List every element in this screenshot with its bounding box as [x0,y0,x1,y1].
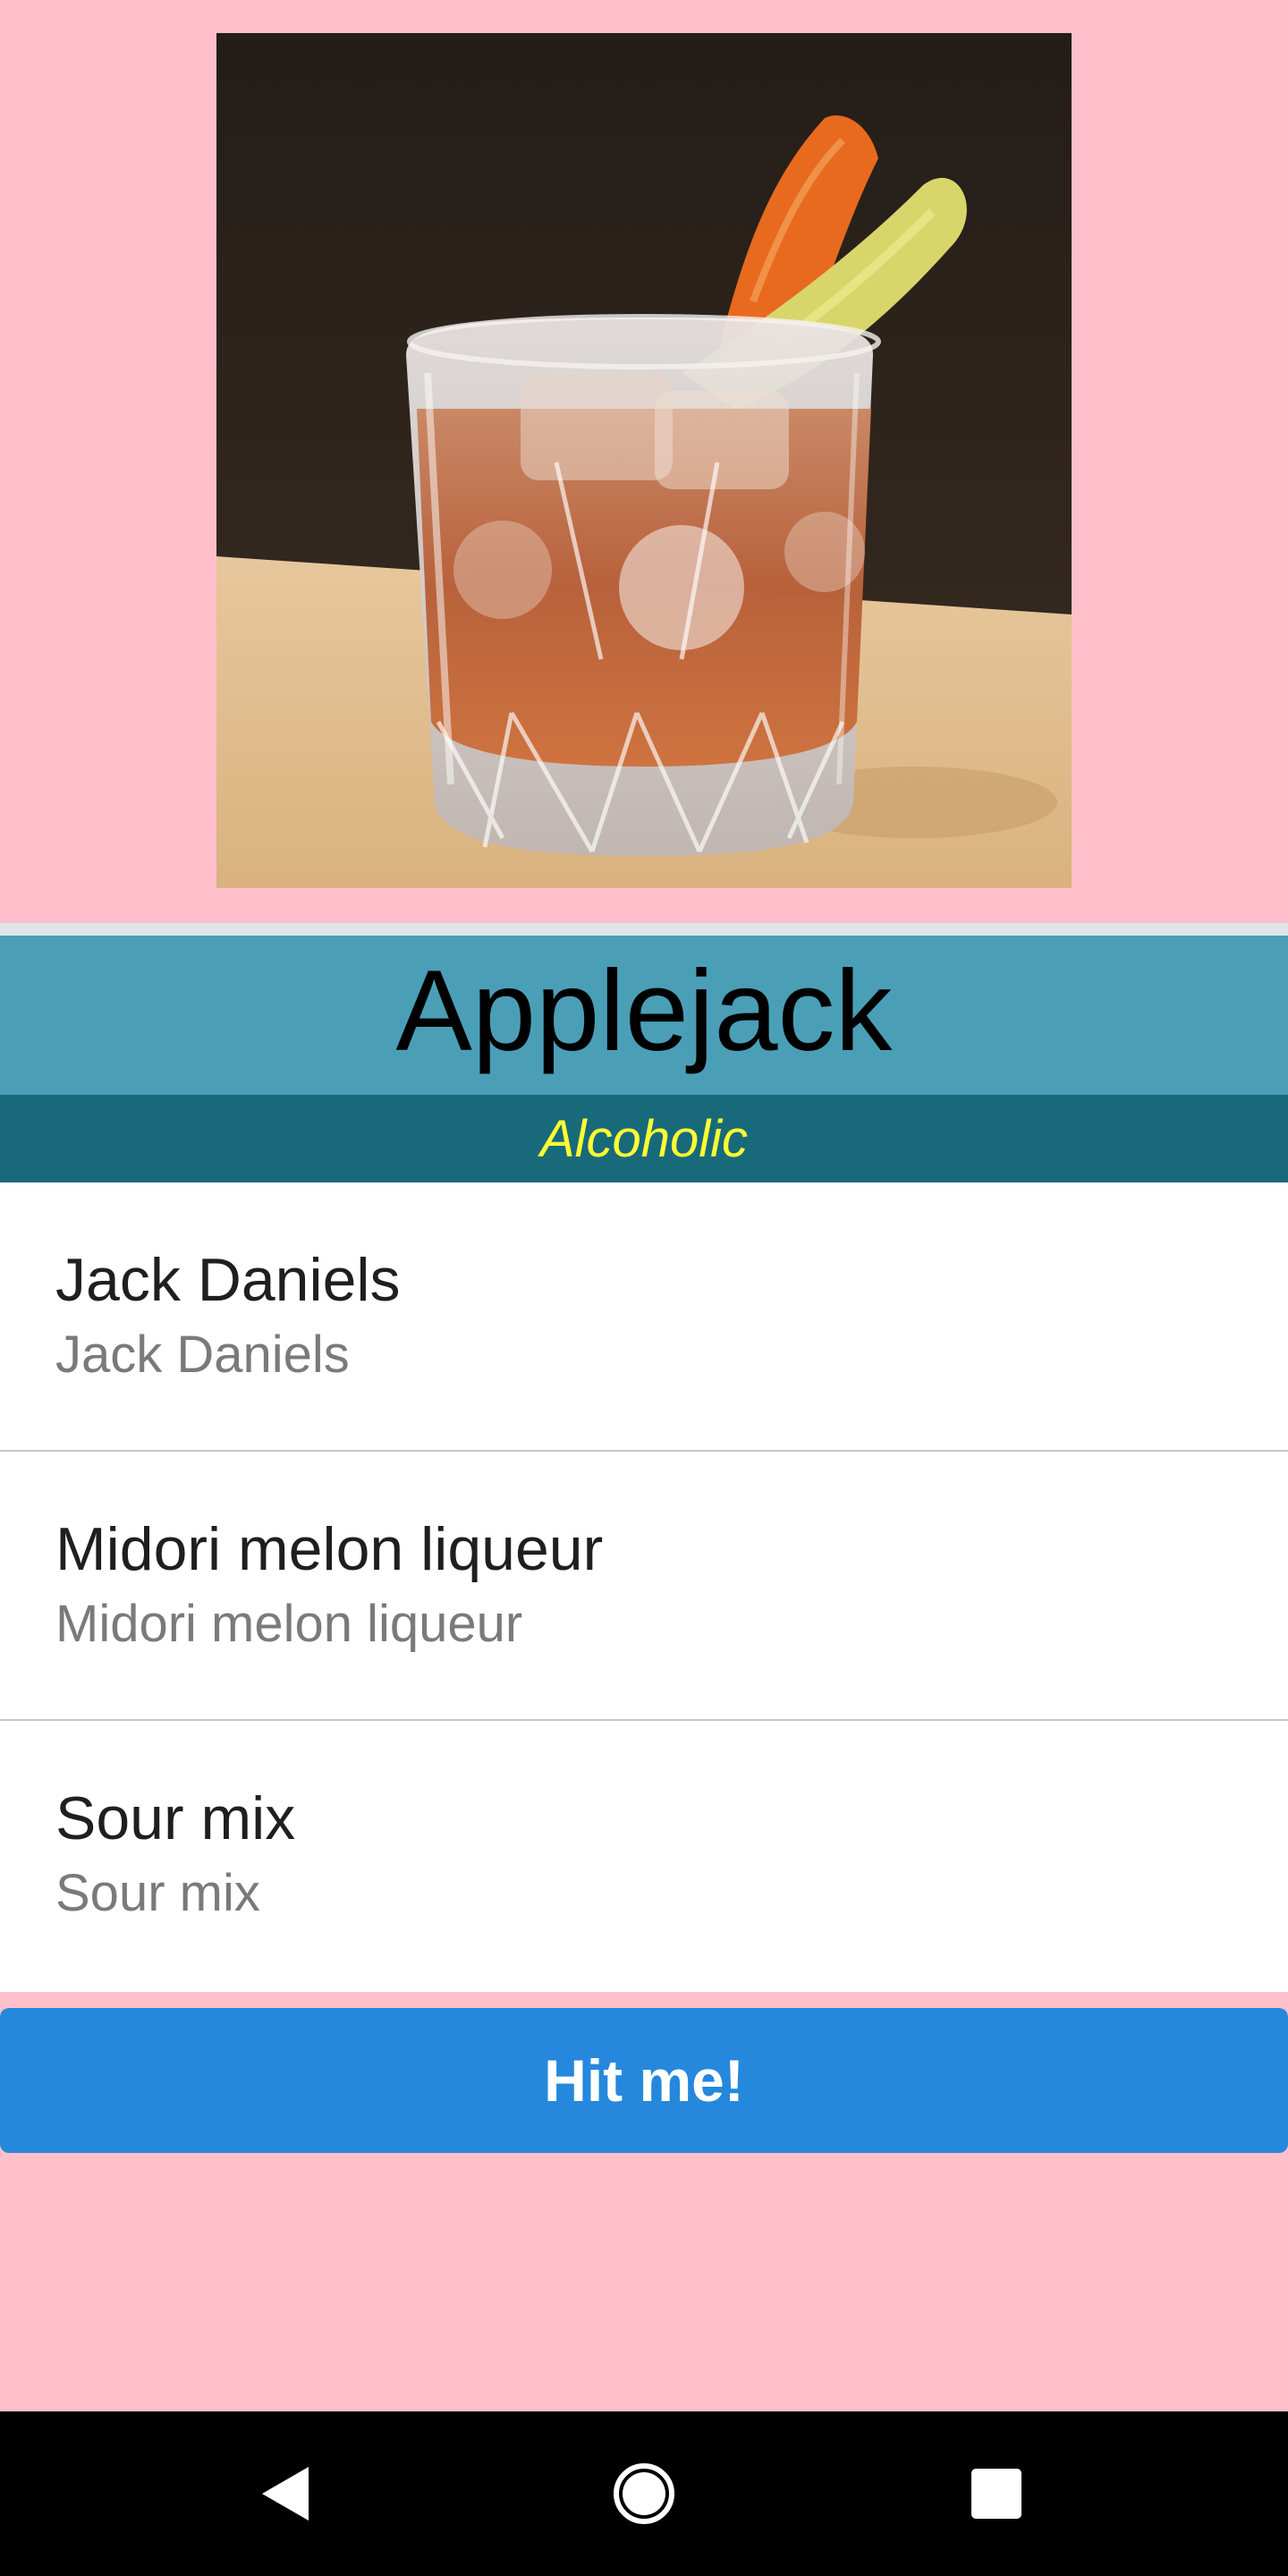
ingredient-name: Midori melon liqueur [55,1515,604,1583]
category-bar: Alcoholic [0,1095,1288,1182]
hit-me-button[interactable]: Hit me! [0,2008,1288,2153]
list-item[interactable]: Midori melon liqueur Midori melon liqueu… [0,1452,1288,1721]
drink-detail-screen: Applejack Alcoholic Jack Daniels Jack Da… [0,0,1288,2576]
drink-photo [216,33,1072,888]
drink-title: Applejack [395,947,893,1075]
ingredient-measure: Midori melon liqueur [55,1594,523,1653]
drink-category: Alcoholic [539,1109,749,1168]
ingredient-name: Sour mix [55,1784,296,1852]
back-button[interactable] [197,2411,376,2576]
ingredient-measure: Jack Daniels [55,1325,350,1384]
ingredient-list: Jack Daniels Jack Daniels Midori melon l… [0,1182,1288,1992]
recents-square-icon [971,2469,1021,2519]
system-nav-bar [0,2411,1288,2576]
list-item[interactable]: Sour mix Sour mix [0,1721,1288,1990]
ingredient-name: Jack Daniels [55,1246,401,1314]
list-item[interactable]: Jack Daniels Jack Daniels [0,1182,1288,1452]
home-button[interactable] [555,2411,733,2576]
recents-button[interactable] [907,2411,1086,2576]
home-circle-icon [614,2463,674,2524]
header-divider [0,923,1288,936]
back-triangle-icon [262,2467,309,2521]
title-bar: Applejack [0,936,1288,1095]
ingredient-measure: Sour mix [55,1863,260,1922]
